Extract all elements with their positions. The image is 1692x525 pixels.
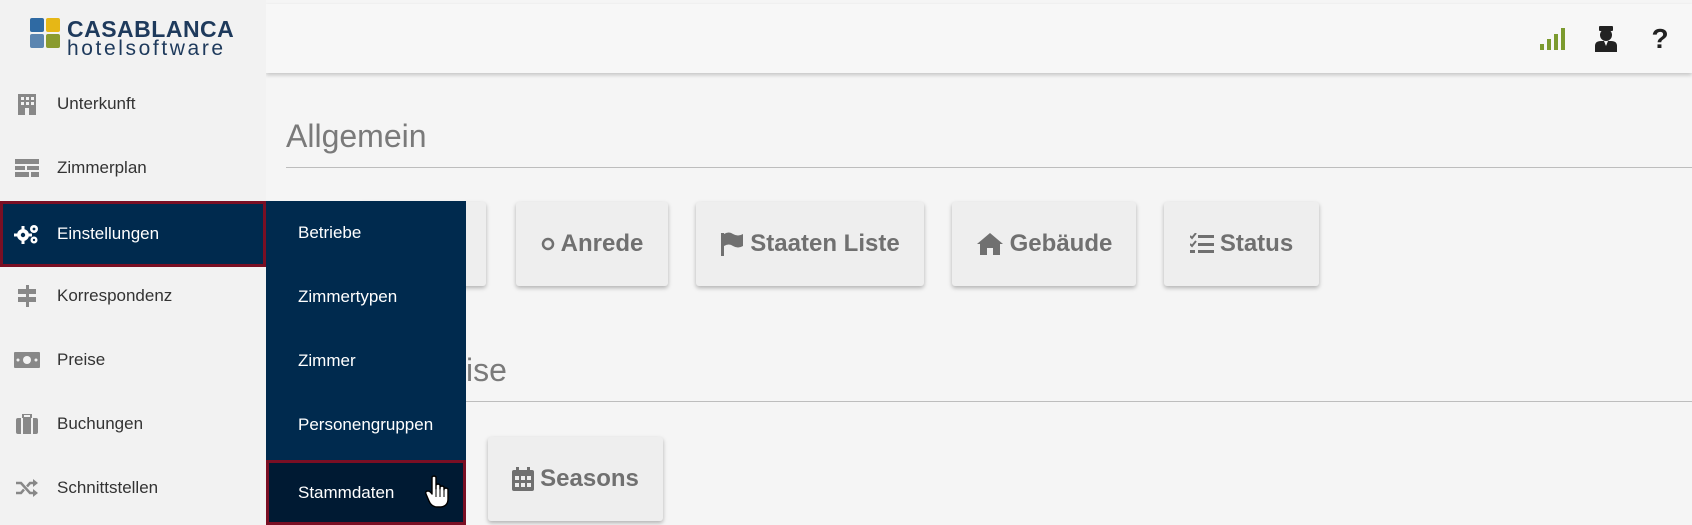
card-label: Gebäude	[1009, 230, 1113, 257]
submenu-item-label: Personengruppen	[298, 415, 434, 434]
card-label: Status	[1219, 230, 1294, 257]
sidebar-item-einstellungen[interactable]: Einstellungen	[0, 201, 266, 267]
suitcase-icon	[14, 413, 40, 435]
submenu-item-betriebe[interactable]: Betriebe	[266, 201, 466, 265]
section-divider	[286, 401, 1692, 402]
sidebar-item-label: Buchungen	[57, 414, 144, 433]
section-divider	[286, 167, 1692, 168]
submenu-item-label: Zimmertypen	[298, 287, 398, 306]
room-plan-icon	[14, 157, 40, 179]
card-label: Anrede	[560, 230, 644, 257]
card-label: Staaten Liste	[750, 230, 900, 257]
flag-icon	[720, 232, 744, 256]
logo-square-yellow	[46, 18, 60, 32]
money-icon	[14, 349, 40, 371]
circle-icon	[541, 237, 555, 251]
sidebar-item-korrespondenz[interactable]: Korrespondenz	[0, 264, 266, 328]
user-tie-icon[interactable]	[1591, 24, 1621, 54]
card-status[interactable]: Status	[1164, 202, 1319, 286]
sidebar: CASABLANCA hotelsoftware Unterkunft Zimm…	[0, 0, 266, 525]
submenu-item-label: Stammdaten	[298, 482, 395, 502]
sidebar-item-schnittstellen[interactable]: Schnittstellen	[0, 456, 266, 520]
logo-square-olive	[46, 34, 60, 48]
sidebar-item-label: Schnittstellen	[57, 478, 159, 497]
sidebar-item-label: Einstellungen	[57, 224, 160, 243]
sidebar-item-label: Preise	[57, 350, 106, 369]
tasks-icon	[1189, 233, 1214, 255]
shuffle-icon	[14, 477, 40, 499]
hand-cursor-icon	[425, 475, 451, 509]
top-bar: ?	[266, 4, 1692, 73]
card-staaten-liste[interactable]: Staaten Liste	[696, 202, 924, 286]
submenu-item-personengruppen[interactable]: Personengruppen	[266, 393, 466, 457]
submenu-item-stammdaten[interactable]: Stammdaten	[266, 460, 466, 525]
signal-icon[interactable]	[1538, 24, 1568, 54]
sidebar-item-label: Korrespondenz	[57, 286, 173, 305]
card-seasons[interactable]: Seasons	[488, 437, 663, 521]
signpost-icon	[14, 285, 40, 307]
help-icon[interactable]: ?	[1645, 23, 1675, 54]
sidebar-item-preise[interactable]: Preise	[0, 328, 266, 392]
sidebar-item-label: Zimmerplan	[57, 158, 147, 177]
casablanca-logo[interactable]: CASABLANCA hotelsoftware	[30, 18, 240, 60]
card-anrede[interactable]: Anrede	[516, 202, 668, 286]
calendar-icon	[512, 467, 535, 491]
settings-submenu: Betriebe Zimmertypen Zimmer Personengrup…	[266, 201, 466, 525]
app-window: ? CASABLANCA hotelsoftware Unterkunft Zi…	[0, 0, 1692, 525]
section-title-allgemein: Allgemein	[286, 118, 427, 154]
submenu-item-label: Betriebe	[298, 223, 362, 242]
card-label: Seasons	[540, 465, 639, 492]
gears-icon	[14, 223, 40, 245]
card-gebaeude[interactable]: Gebäude	[952, 202, 1136, 286]
logo-square-lightblue	[30, 34, 44, 48]
sidebar-item-label: Unterkunft	[57, 94, 136, 113]
submenu-item-label: Zimmer	[298, 351, 356, 370]
home-icon	[976, 232, 1004, 256]
submenu-item-zimmer[interactable]: Zimmer	[266, 329, 466, 393]
brand-subtitle: hotelsoftware	[67, 37, 226, 60]
building-icon	[14, 93, 40, 115]
logo-square-blue	[30, 18, 44, 32]
sidebar-item-buchungen[interactable]: Buchungen	[0, 392, 266, 456]
sidebar-item-zimmerplan[interactable]: Zimmerplan	[0, 136, 266, 200]
submenu-item-zimmertypen[interactable]: Zimmertypen	[266, 265, 466, 329]
section-title-preise: ise	[466, 352, 507, 388]
sidebar-item-unterkunft[interactable]: Unterkunft	[0, 72, 266, 136]
